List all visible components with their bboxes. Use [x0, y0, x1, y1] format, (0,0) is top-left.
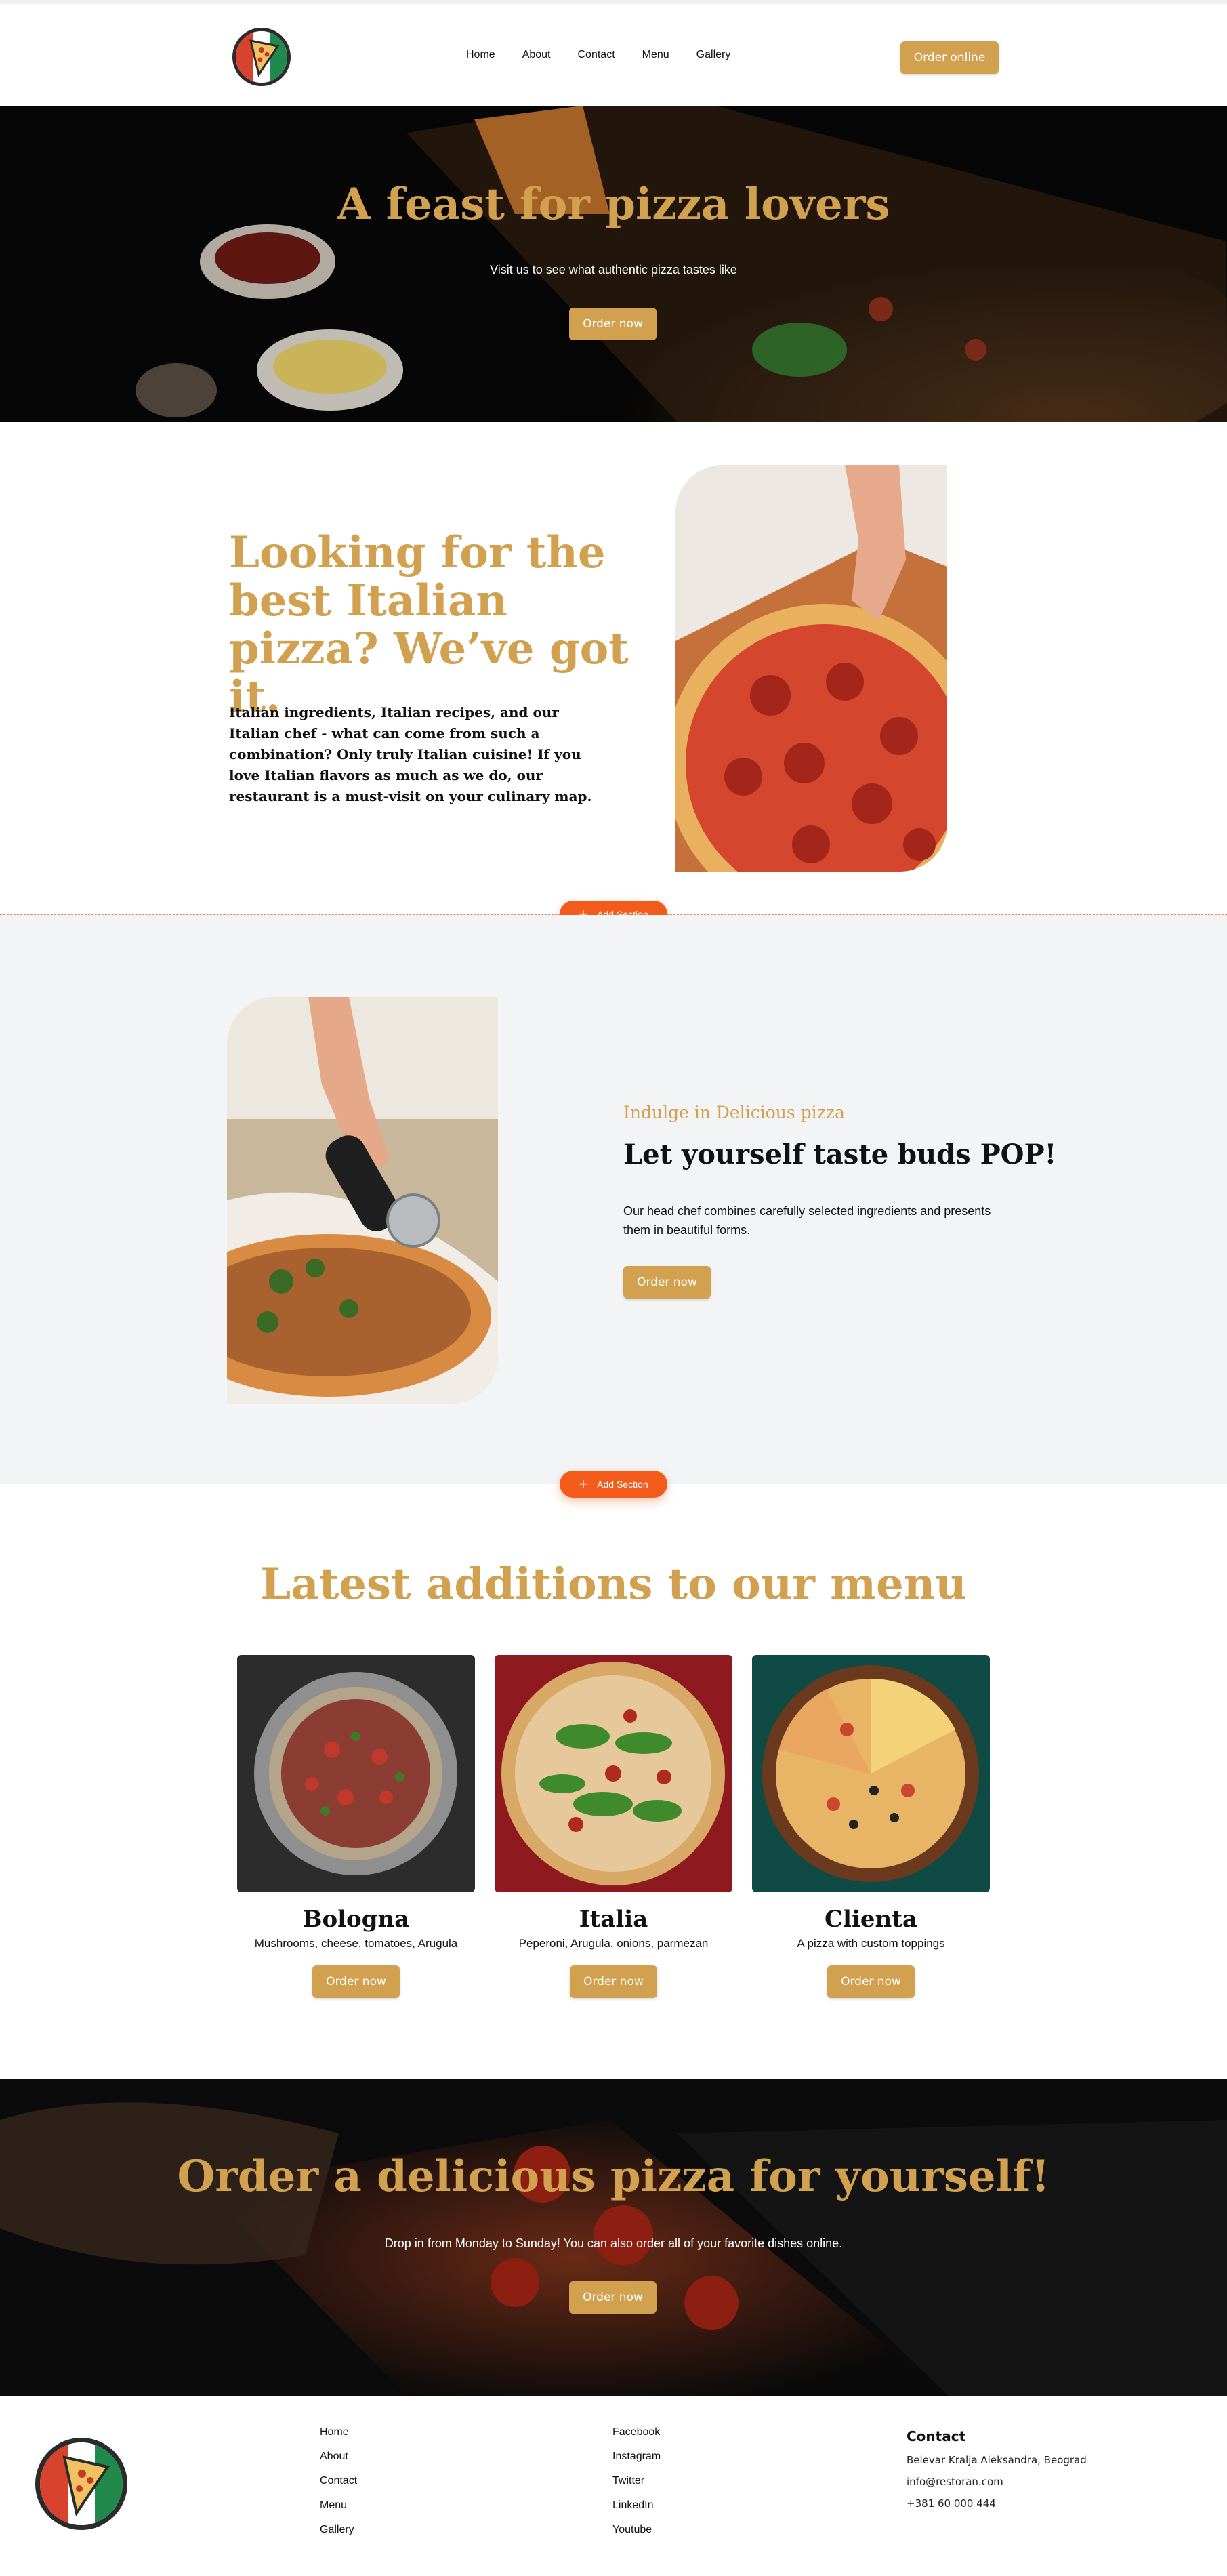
pizza-logo-icon[interactable] [35, 2438, 127, 2530]
about-text: Italian ingredients, Italian recipes, an… [229, 704, 592, 804]
menu-item-desc: Peperoni, Arugula, onions, parmezan [518, 1937, 709, 1950]
plus-icon: + [579, 1475, 588, 1492]
nav-home[interactable]: Home [466, 49, 495, 61]
footer-link-home[interactable]: Home [320, 2426, 357, 2451]
footer-link-youtube[interactable]: Youtube [612, 2524, 661, 2548]
order-online-button[interactable]: Order online [900, 41, 999, 74]
hero-banner: A feast for pizza lovers Visit us to see… [0, 106, 1227, 422]
hero-order-button[interactable]: Order now [569, 308, 657, 340]
menu-title: Latest additions to our menu [260, 1559, 967, 1610]
feature-section: Indulge in Delicious pizza Let yourself … [0, 915, 1227, 1484]
menu-order-button[interactable]: Order now [570, 1965, 657, 1998]
italia-pizza-image [495, 1655, 732, 1892]
footer-link-facebook[interactable]: Facebook [612, 2426, 661, 2451]
footer-link-menu[interactable]: Menu [320, 2499, 357, 2524]
menu-card: Bologna Mushrooms, cheese, tomatoes, Aru… [237, 1655, 475, 1998]
site-footer: Home About Contact Menu Gallery Facebook… [0, 2396, 1227, 2576]
footer-link-gallery[interactable]: Gallery [320, 2524, 357, 2548]
contact-phone[interactable]: +381 60 000 444 [907, 2497, 1087, 2519]
hero-subtitle: Visit us to see what authentic pizza tas… [490, 263, 737, 277]
menu-item-name: Italia [579, 1906, 648, 1933]
menu-card: Clienta A pizza with custom toppings Ord… [752, 1655, 990, 1998]
menu-item-name: Bologna [302, 1906, 410, 1933]
feature-order-button[interactable]: Order now [623, 1266, 711, 1299]
pizza-cutter-image [227, 997, 498, 1404]
hero-title: A feast for pizza lovers [337, 179, 890, 230]
add-section-button[interactable]: + Add Section [560, 1471, 667, 1498]
clienta-pizza-image [752, 1655, 990, 1892]
footer-link-contact[interactable]: Contact [320, 2475, 357, 2499]
menu-item-desc: A pizza with custom toppings [797, 1937, 945, 1950]
nav-contact[interactable]: Contact [578, 49, 615, 61]
main-nav: Home About Contact Menu Gallery [466, 49, 757, 61]
menu-item-name: Clienta [825, 1906, 917, 1933]
cta-subtitle: Drop in from Monday to Sunday! You can a… [384, 2236, 843, 2250]
bologna-pizza-image [237, 1655, 475, 1892]
nav-menu[interactable]: Menu [642, 49, 669, 61]
footer-link-about[interactable]: About [320, 2451, 357, 2475]
footer-contact: Contact Belevar Kralja Aleksandra, Beogr… [907, 2428, 1087, 2519]
menu-item-desc: Mushrooms, cheese, tomatoes, Arugula [254, 1937, 458, 1950]
pepperoni-pizza-image [675, 465, 947, 872]
menu-card: Italia Peperoni, Arugula, onions, parmez… [495, 1655, 732, 1998]
about-title: Looking for the best Italian pizza? We’v… [229, 527, 629, 722]
add-section-label: Add Section [597, 1479, 648, 1490]
footer-link-linkedin[interactable]: LinkedIn [612, 2499, 661, 2524]
footer-link-instagram[interactable]: Instagram [612, 2451, 661, 2475]
menu-order-button[interactable]: Order now [827, 1965, 915, 1998]
cta-order-button[interactable]: Order now [569, 2281, 657, 2314]
contact-address: Belevar Kralja Aleksandra, Beograd [907, 2454, 1087, 2466]
nav-gallery[interactable]: Gallery [696, 49, 731, 61]
feature-title: Let yourself taste buds POP! [623, 1139, 1057, 1170]
cta-banner: Order a delicious pizza for yourself! Dr… [0, 2079, 1227, 2396]
feature-kicker: Indulge in Delicious pizza [623, 1103, 845, 1122]
contact-email[interactable]: info@restoran.com [907, 2476, 1087, 2497]
site-header: Home About Contact Menu Gallery Order on… [0, 0, 1227, 106]
feature-text: Our head chef combines carefully selecte… [623, 1204, 991, 1237]
footer-link-twitter[interactable]: Twitter [612, 2475, 661, 2499]
contact-heading: Contact [907, 2428, 966, 2445]
footer-nav: Home About Contact Menu Gallery [320, 2426, 357, 2548]
cta-title: Order a delicious pizza for yourself! [177, 2151, 1050, 2202]
footer-social: Facebook Instagram Twitter LinkedIn Yout… [612, 2426, 661, 2548]
nav-about[interactable]: About [522, 49, 551, 61]
pizza-logo-icon[interactable] [232, 28, 291, 86]
menu-order-button[interactable]: Order now [312, 1965, 400, 1998]
